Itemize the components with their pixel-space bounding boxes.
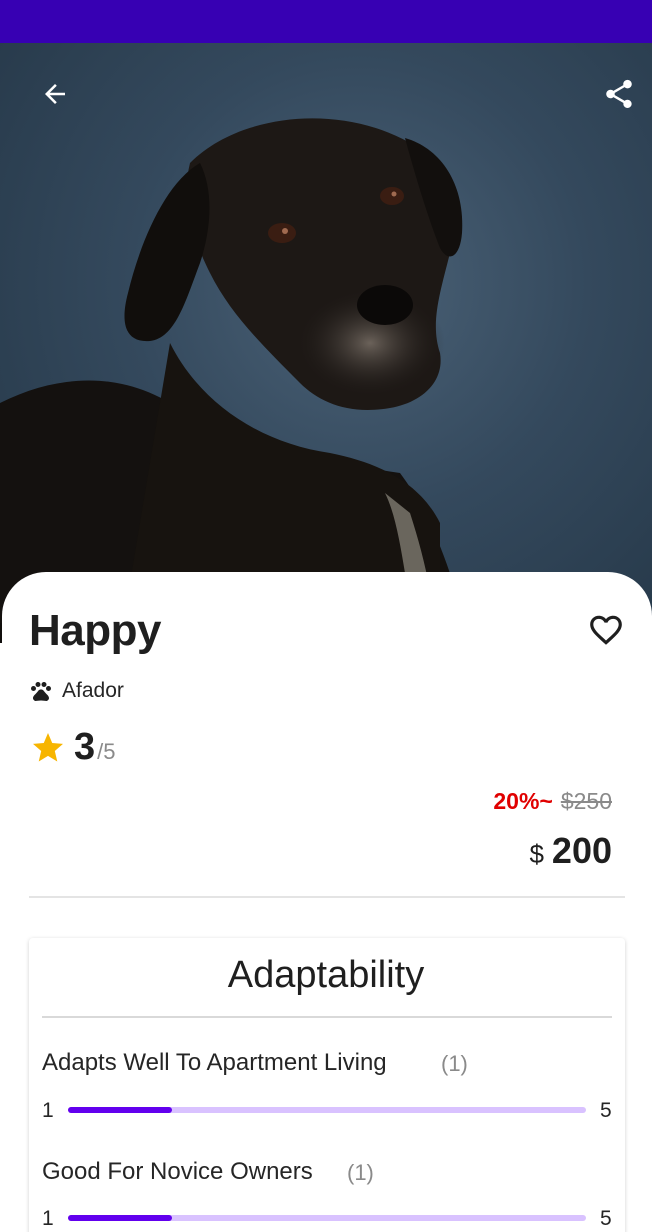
currency-symbol: $: [529, 839, 544, 869]
trait-level-bar: [68, 1215, 586, 1221]
dog-illustration: [0, 118, 652, 643]
discount-row: 20%~ $250: [493, 788, 612, 815]
adaptability-title: Adaptability: [227, 954, 425, 996]
price-row: $ 200: [529, 830, 612, 872]
discount-percent: 20%~: [493, 788, 553, 814]
star-icon: [33, 732, 63, 761]
breed-label: Afador: [62, 679, 124, 702]
arrow-back-icon: [45, 84, 65, 104]
rating-max: /5: [97, 739, 116, 764]
card-divider: [42, 1016, 612, 1018]
scale-max: 5: [600, 1099, 612, 1122]
heart-outline-icon: [590, 615, 622, 645]
rating-value: 3: [74, 726, 96, 768]
share-button[interactable]: [595, 70, 643, 118]
trait-level-fill: [68, 1107, 172, 1113]
pet-photo: [0, 43, 652, 643]
trait-level-bar: [68, 1107, 586, 1113]
breed-row: Afador: [29, 677, 124, 705]
scale-min: 1: [42, 1099, 54, 1122]
pet-name: Happy: [29, 606, 161, 655]
status-bar: [0, 0, 652, 43]
scale-min: 1: [42, 1207, 54, 1230]
trait-count: (1): [347, 1160, 374, 1185]
rating-row: 3 /5: [30, 726, 116, 769]
trait-label: Adapts Well To Apartment Living: [42, 1049, 387, 1076]
divider: [29, 896, 625, 898]
favorite-button[interactable]: [584, 608, 628, 652]
original-price: $250: [560, 788, 612, 814]
paw-icon: [31, 682, 51, 702]
price-value: 200: [551, 830, 612, 871]
share-icon: [606, 79, 632, 109]
trait-count: (1): [441, 1051, 468, 1076]
trait-level-fill: [68, 1215, 172, 1221]
back-button[interactable]: [31, 70, 79, 118]
scale-max: 5: [600, 1207, 612, 1230]
trait-label: Good For Novice Owners: [42, 1158, 313, 1185]
